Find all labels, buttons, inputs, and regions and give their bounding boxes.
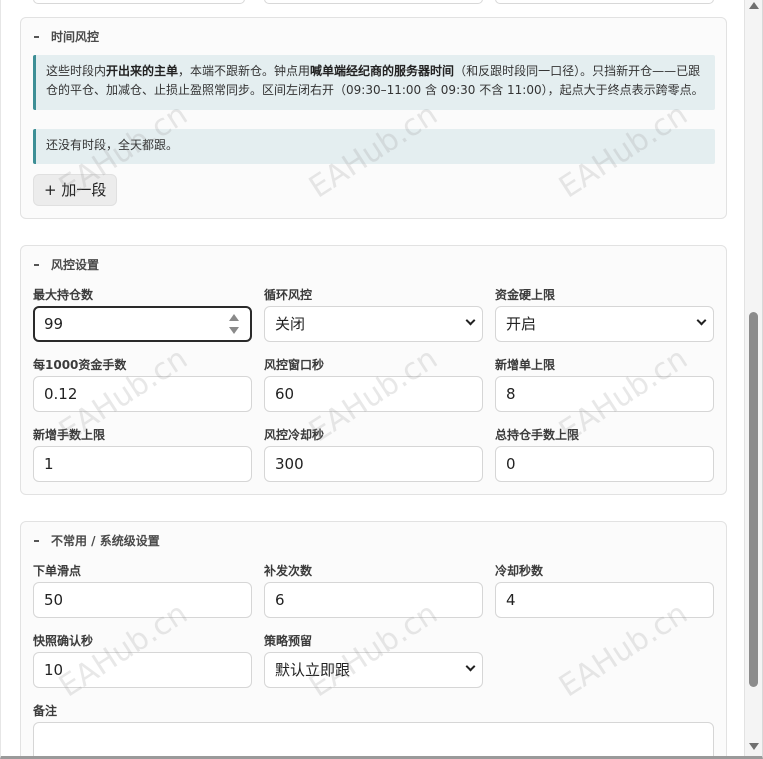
new-order-limit-input[interactable]: 8 (495, 376, 714, 412)
empty-time-window-notice: 还没有时段，全天都跟。 (33, 129, 715, 164)
advanced-settings-section: 不常用 / 系统级设置 下单滑点 50 补发次数 6 冷却秒数 4 快照确认秒 … (20, 521, 727, 756)
max-positions-label: 最大持仓数 (33, 288, 94, 302)
capital-hard-cap-label: 资金硬上限 (495, 288, 556, 302)
retry-count-input[interactable]: 6 (264, 582, 483, 618)
new-order-limit-label: 新增单上限 (495, 358, 556, 372)
chevron-down-icon (465, 315, 476, 326)
retry-count-label: 补发次数 (264, 564, 313, 578)
cooldown-seconds-label: 冷却秒数 (495, 564, 544, 578)
snapshot-confirm-label: 快照确认秒 (33, 634, 94, 648)
new-lots-limit-label: 新增手数上限 (33, 428, 106, 442)
strategy-reserve-select[interactable]: 默认立即跟 (264, 652, 483, 688)
total-lots-limit-input[interactable]: 0 (495, 446, 714, 482)
section-title: 时间风控 (34, 28, 99, 45)
scrollbar-thumb[interactable] (749, 312, 758, 687)
max-positions-input[interactable]: 99 (33, 306, 252, 342)
time-window-explanation: 这些时段内开出来的主单，本端不跟新仓。钟点用喊单端经纪商的服务器时间（和反跟时段… (33, 55, 715, 110)
risk-cooldown-seconds-input[interactable]: 300 (264, 446, 483, 482)
collapse-dash-icon[interactable] (34, 36, 39, 38)
add-time-window-button[interactable]: + 加一段 (33, 174, 118, 206)
previous-input-edge (33, 0, 245, 4)
scroll-down-icon[interactable] (749, 743, 759, 750)
slippage-input[interactable]: 50 (33, 582, 252, 618)
lots-per-1000-label: 每1000资金手数 (33, 358, 127, 372)
risk-settings-section: 风控设置 最大持仓数 99 循环风控 关闭 资金硬上限 开启 每1000资金手数… (20, 245, 727, 495)
slippage-label: 下单滑点 (33, 564, 82, 578)
previous-input-edge (495, 0, 714, 4)
capital-hard-cap-select[interactable]: 开启 (495, 306, 714, 342)
vertical-scrollbar[interactable] (744, 0, 762, 756)
section-title: 不常用 / 系统级设置 (34, 532, 160, 549)
new-lots-limit-input[interactable]: 1 (33, 446, 252, 482)
total-lots-limit-label: 总持仓手数上限 (495, 428, 580, 442)
chevron-down-icon (465, 661, 476, 672)
snapshot-confirm-input[interactable]: 10 (33, 652, 252, 688)
strategy-reserve-label: 策略预留 (264, 634, 313, 648)
loop-risk-select[interactable]: 关闭 (264, 306, 483, 342)
risk-window-seconds-input[interactable]: 60 (264, 376, 483, 412)
notes-textarea[interactable] (33, 722, 714, 756)
loop-risk-label: 循环风控 (264, 288, 313, 302)
scroll-up-icon[interactable] (749, 2, 759, 9)
previous-input-edge (264, 0, 483, 4)
section-title: 风控设置 (34, 256, 99, 273)
time-risk-section: 时间风控 这些时段内开出来的主单，本端不跟新仓。钟点用喊单端经纪商的服务器时间（… (20, 17, 727, 219)
chevron-down-icon (696, 315, 707, 326)
settings-panel: 时间风控 这些时段内开出来的主单，本端不跟新仓。钟点用喊单端经纪商的服务器时间（… (0, 0, 763, 759)
risk-cooldown-seconds-label: 风控冷却秒 (264, 428, 325, 442)
lots-per-1000-input[interactable]: 0.12 (33, 376, 252, 412)
risk-window-seconds-label: 风控窗口秒 (264, 358, 325, 372)
notes-label: 备注 (33, 704, 58, 718)
cooldown-seconds-input[interactable]: 4 (495, 582, 714, 618)
collapse-dash-icon[interactable] (34, 264, 39, 266)
collapse-dash-icon[interactable] (34, 540, 39, 542)
number-spinner-icon[interactable] (228, 312, 240, 336)
